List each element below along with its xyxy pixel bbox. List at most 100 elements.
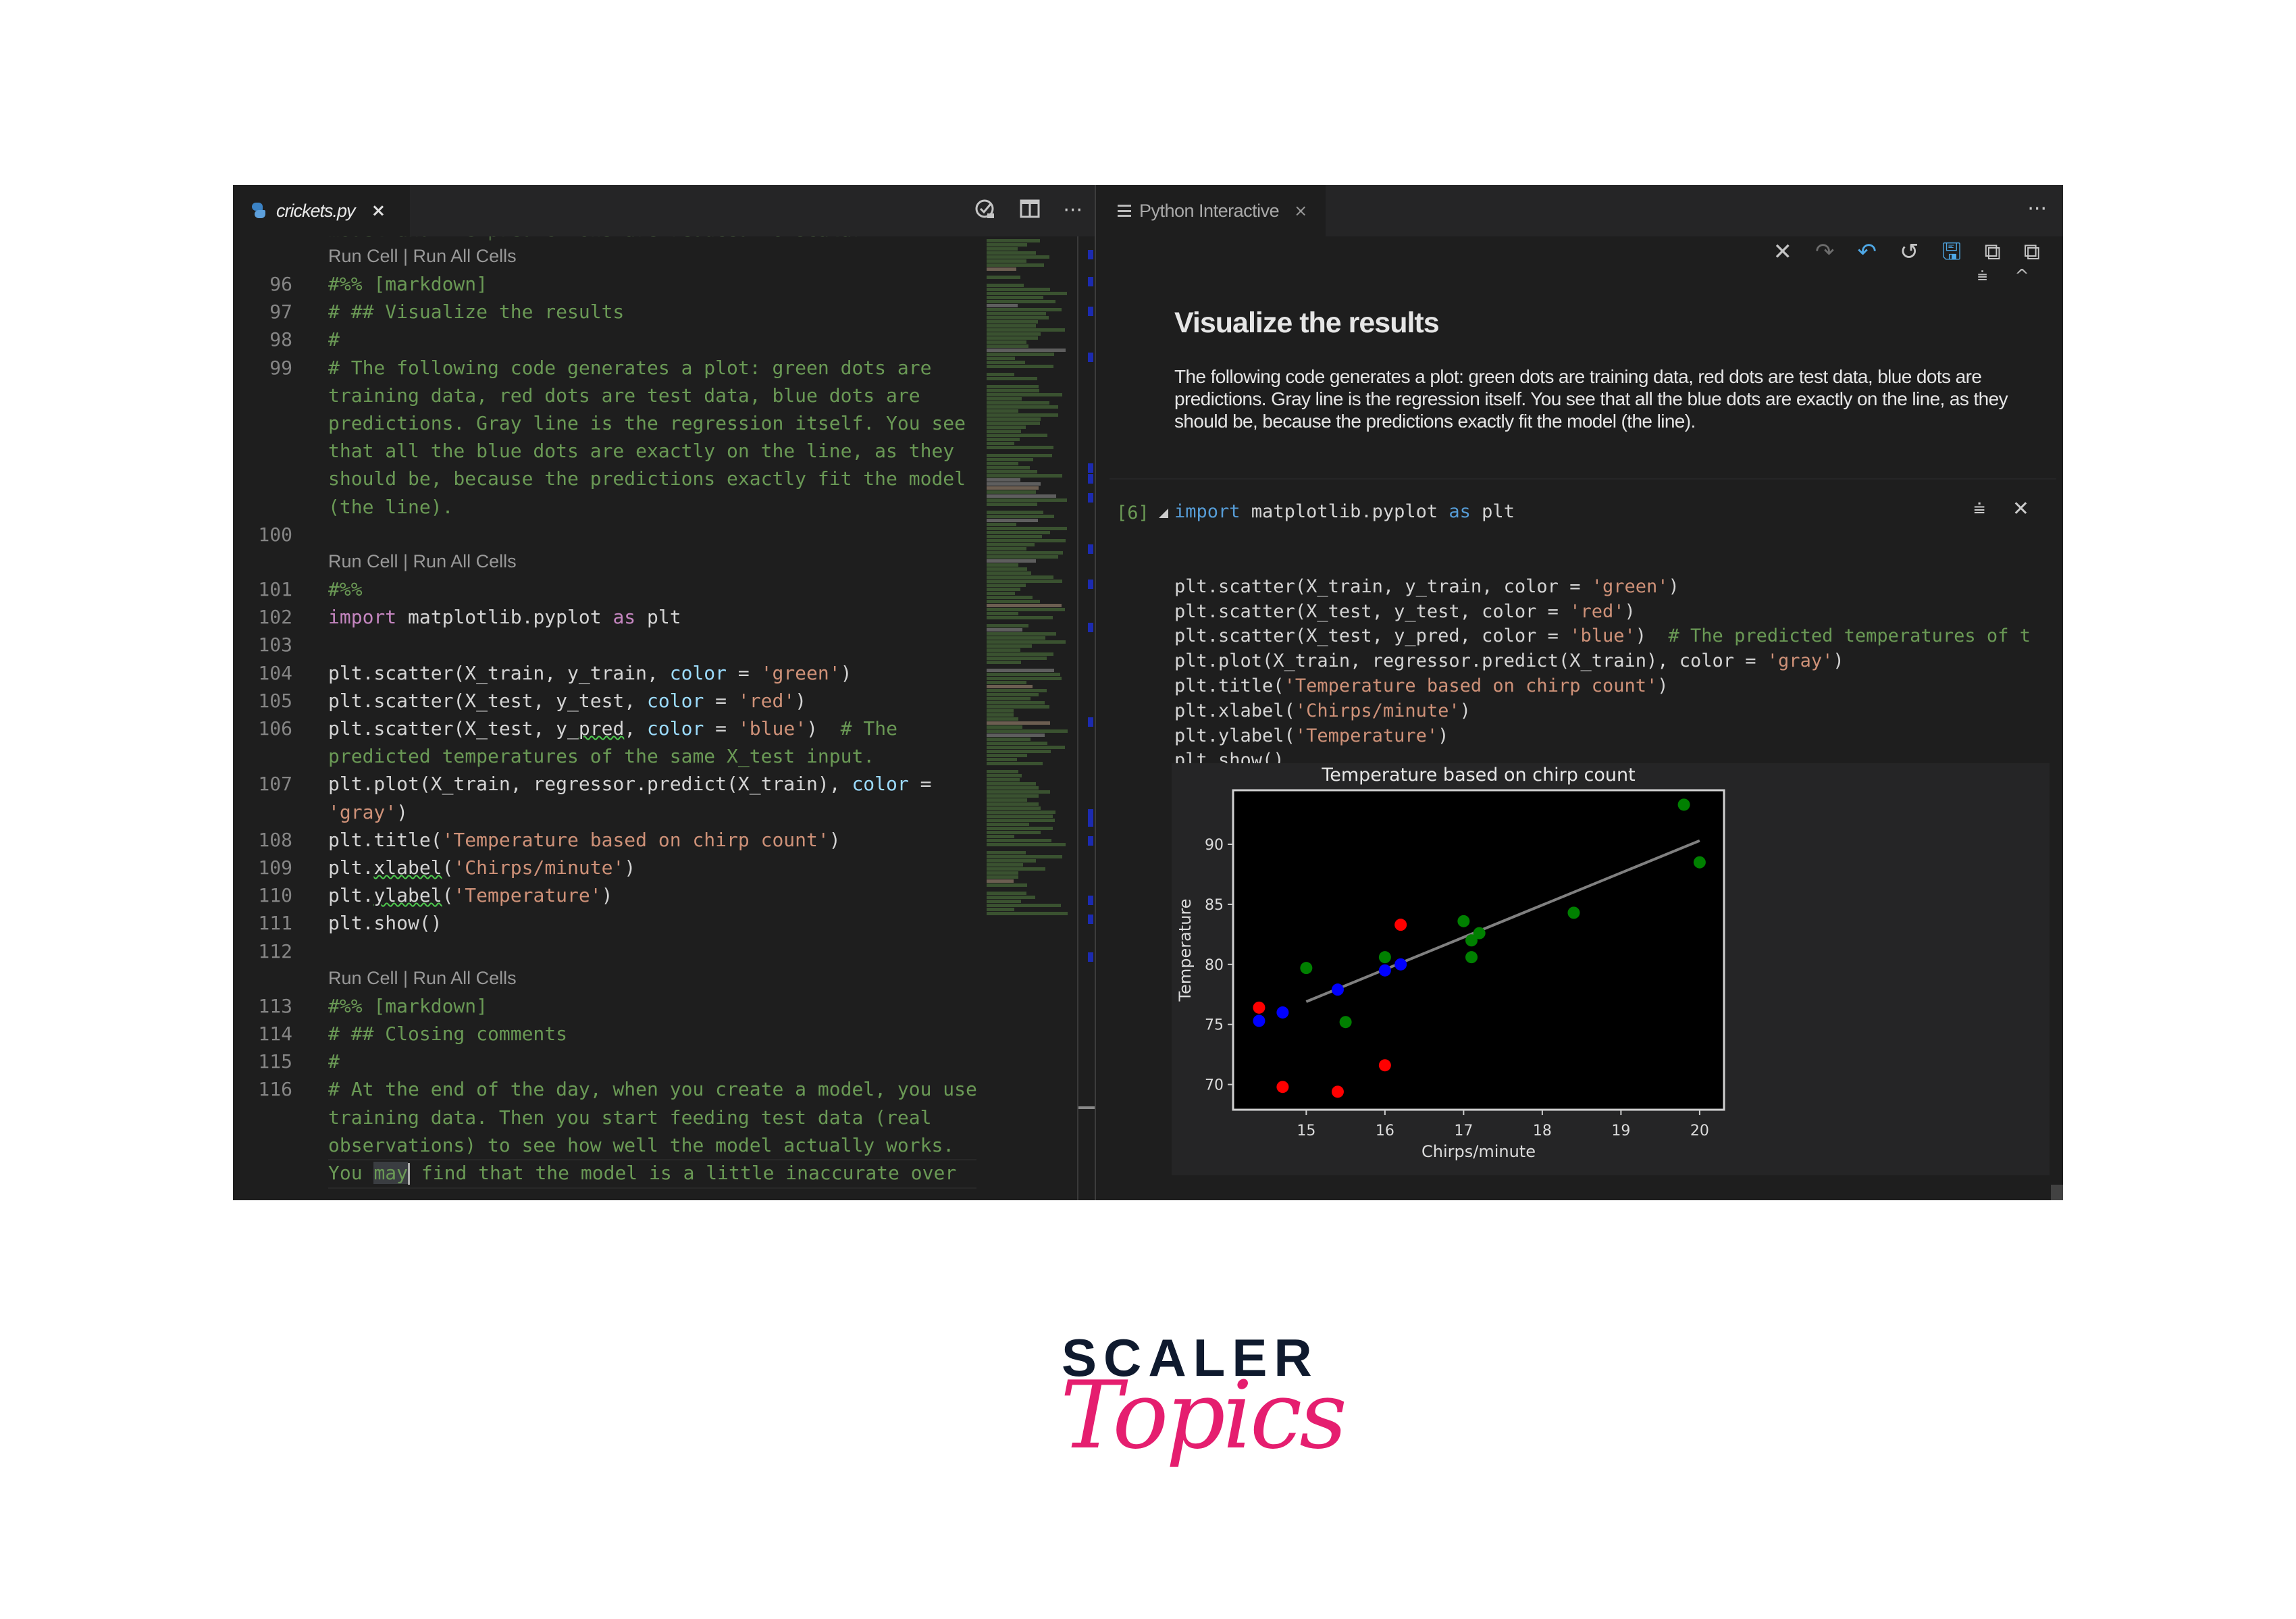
vscode-window: crickets.py × ··· model and the predicti… [233,185,2063,1200]
code-line[interactable]: #%% [328,578,363,600]
point-train [1378,951,1391,964]
minimap-line [987,592,1016,595]
minimap-line [987,770,1019,773]
tab-crickets-py[interactable]: crickets.py × [233,185,410,236]
tab-python-interactive[interactable]: Python Interactive × [1096,185,1326,236]
minimap-line [987,551,1063,555]
code-token: , [624,717,648,740]
code-token: may [373,1162,409,1184]
code-line[interactable]: # ## Visualize the results [328,301,624,323]
code-token: 'Temperature based on chirp count' [442,828,829,851]
minimap-line [987,685,1033,688]
code-line[interactable]: # [328,328,340,351]
line-number: 116 [258,1078,292,1101]
export-notebook-icon[interactable]: 🖫 [1941,240,1961,263]
code-line[interactable]: # ## Closing comments [328,1023,567,1045]
minimap-line [987,640,1066,644]
code-line[interactable]: plt.scatter(X_test, y_pred, color = 'blu… [328,717,897,740]
point-test [1276,1081,1289,1094]
run-cell-codelens[interactable]: Run Cell | Run All Cells [328,551,517,572]
code-line[interactable]: import matplotlib.pyplot as plt [328,606,681,628]
minimap-line [987,798,1028,802]
code-line[interactable]: plt.scatter(X_test, y_test, color = 'red… [328,690,806,712]
collapse-icon[interactable]: ^ [2014,266,2029,287]
code-token: ) [829,828,841,851]
ruler-mark [1088,896,1093,905]
open-changes-icon[interactable] [974,197,997,224]
goto-code-icon[interactable]: ⩧ [1977,266,1987,287]
scroll-thumb[interactable] [1078,1106,1096,1109]
code-line[interactable]: plt.xlabel('Chirps/minute') [328,856,635,879]
code-line[interactable]: should be, because the predictions exact… [328,467,966,490]
minimap[interactable] [984,236,1072,1141]
code-line[interactable]: training data, red dots are test data, b… [328,384,920,407]
minimap-line [987,851,1026,854]
point-pred [1394,958,1407,971]
code-line[interactable]: plt.scatter(X_train, y_train, color = 'g… [328,662,852,684]
code-line[interactable]: plt.show() [328,912,442,934]
goto-code-icon[interactable]: ⩧ [1973,497,1985,521]
code-line[interactable]: 'gray') [328,801,408,823]
code-token: 'Temperature' [1295,725,1438,746]
code-line[interactable]: #%% [markdown] [328,273,488,295]
minimap-line [987,831,1041,834]
code-line[interactable]: predictions. Gray line is the regression… [328,412,966,434]
code-line[interactable]: plt.plot(X_train, regressor.predict(X_tr… [328,773,931,795]
code-editor[interactable]: model and the predictions are reduced to… [233,236,983,1200]
code-token: # The [840,717,897,740]
code-token: plt [1470,501,1515,522]
code-token: 'Chirps/minute' [453,856,625,879]
code-line[interactable]: # [328,1050,340,1073]
code-line[interactable]: (the line). [328,496,453,518]
python-file-icon [249,202,267,220]
collapse-cell-icon[interactable] [1158,508,1168,518]
code-token: plt.xlabel( [1174,700,1295,721]
code-token: observations) to see how well the model … [328,1133,955,1156]
code-line[interactable]: that all the blue dots are exactly on th… [328,440,954,462]
restart-kernel-icon[interactable]: ↺ [1900,240,1919,263]
code-line[interactable]: #%% [markdown] [328,995,488,1017]
minimap-line [987,900,1021,903]
minimap-line [987,361,1026,364]
close-tab-button[interactable]: × [371,201,386,221]
undo-icon[interactable]: ↶ [1857,240,1877,263]
collapse-all-icon[interactable]: ⧉ [2024,240,2040,263]
code-line[interactable]: # The following code generates a plot: g… [328,357,931,379]
code-token: plt.scatter(X_test, y_ [328,717,579,740]
line-number: 108 [258,828,292,851]
interactive-scrollbar[interactable] [2051,1185,2063,1200]
run-cell-codelens[interactable]: Run Cell | Run All Cells [328,968,517,989]
ruler-mark [1088,277,1093,286]
code-line[interactable]: predicted temperatures of the same X_tes… [328,745,875,767]
point-test [1253,1001,1266,1014]
minimap-line [987,661,1022,664]
split-editor-icon[interactable] [1020,199,1040,223]
point-train [1473,927,1486,940]
minimap-line [987,442,1014,445]
clear-all-icon[interactable]: ✕ [1773,240,1792,263]
redo-icon[interactable]: ↷ [1815,240,1835,263]
close-tab-button[interactable]: × [1294,201,1307,220]
code-line[interactable]: # At the end of the day, when you create… [328,1078,977,1100]
code-line[interactable]: You may find that the model is a little … [328,1162,956,1185]
code-line[interactable]: plt.ylabel('Temperature') [328,884,612,906]
expand-all-icon[interactable]: ⧉ [1984,240,2000,263]
minimap-line [987,624,1029,627]
point-test [1331,1085,1344,1098]
code-token: #%% [markdown] [328,273,488,295]
code-line[interactable]: observations) to see how well the model … [328,1134,954,1156]
minimap-line [987,328,1066,332]
code-token: = [908,773,932,796]
minimap-line [987,486,1039,490]
run-cell-codelens[interactable]: Run Cell | Run All Cells [328,246,517,267]
more-actions-icon[interactable]: ··· [1063,201,1082,221]
minimap-line [987,385,1039,388]
code-line[interactable]: plt.title('Temperature based on chirp co… [328,829,841,851]
y-tick-label: 90 [1205,837,1224,854]
cell-code-line: plt.ylabel('Temperature') [1174,725,1449,746]
minimap-line [987,458,1033,461]
delete-cell-icon[interactable]: ✕ [2012,497,2029,521]
more-actions-icon[interactable]: ··· [2027,197,2047,221]
minimap-line [987,389,1039,392]
code-line[interactable]: training data. Then you start feeding te… [328,1106,931,1129]
